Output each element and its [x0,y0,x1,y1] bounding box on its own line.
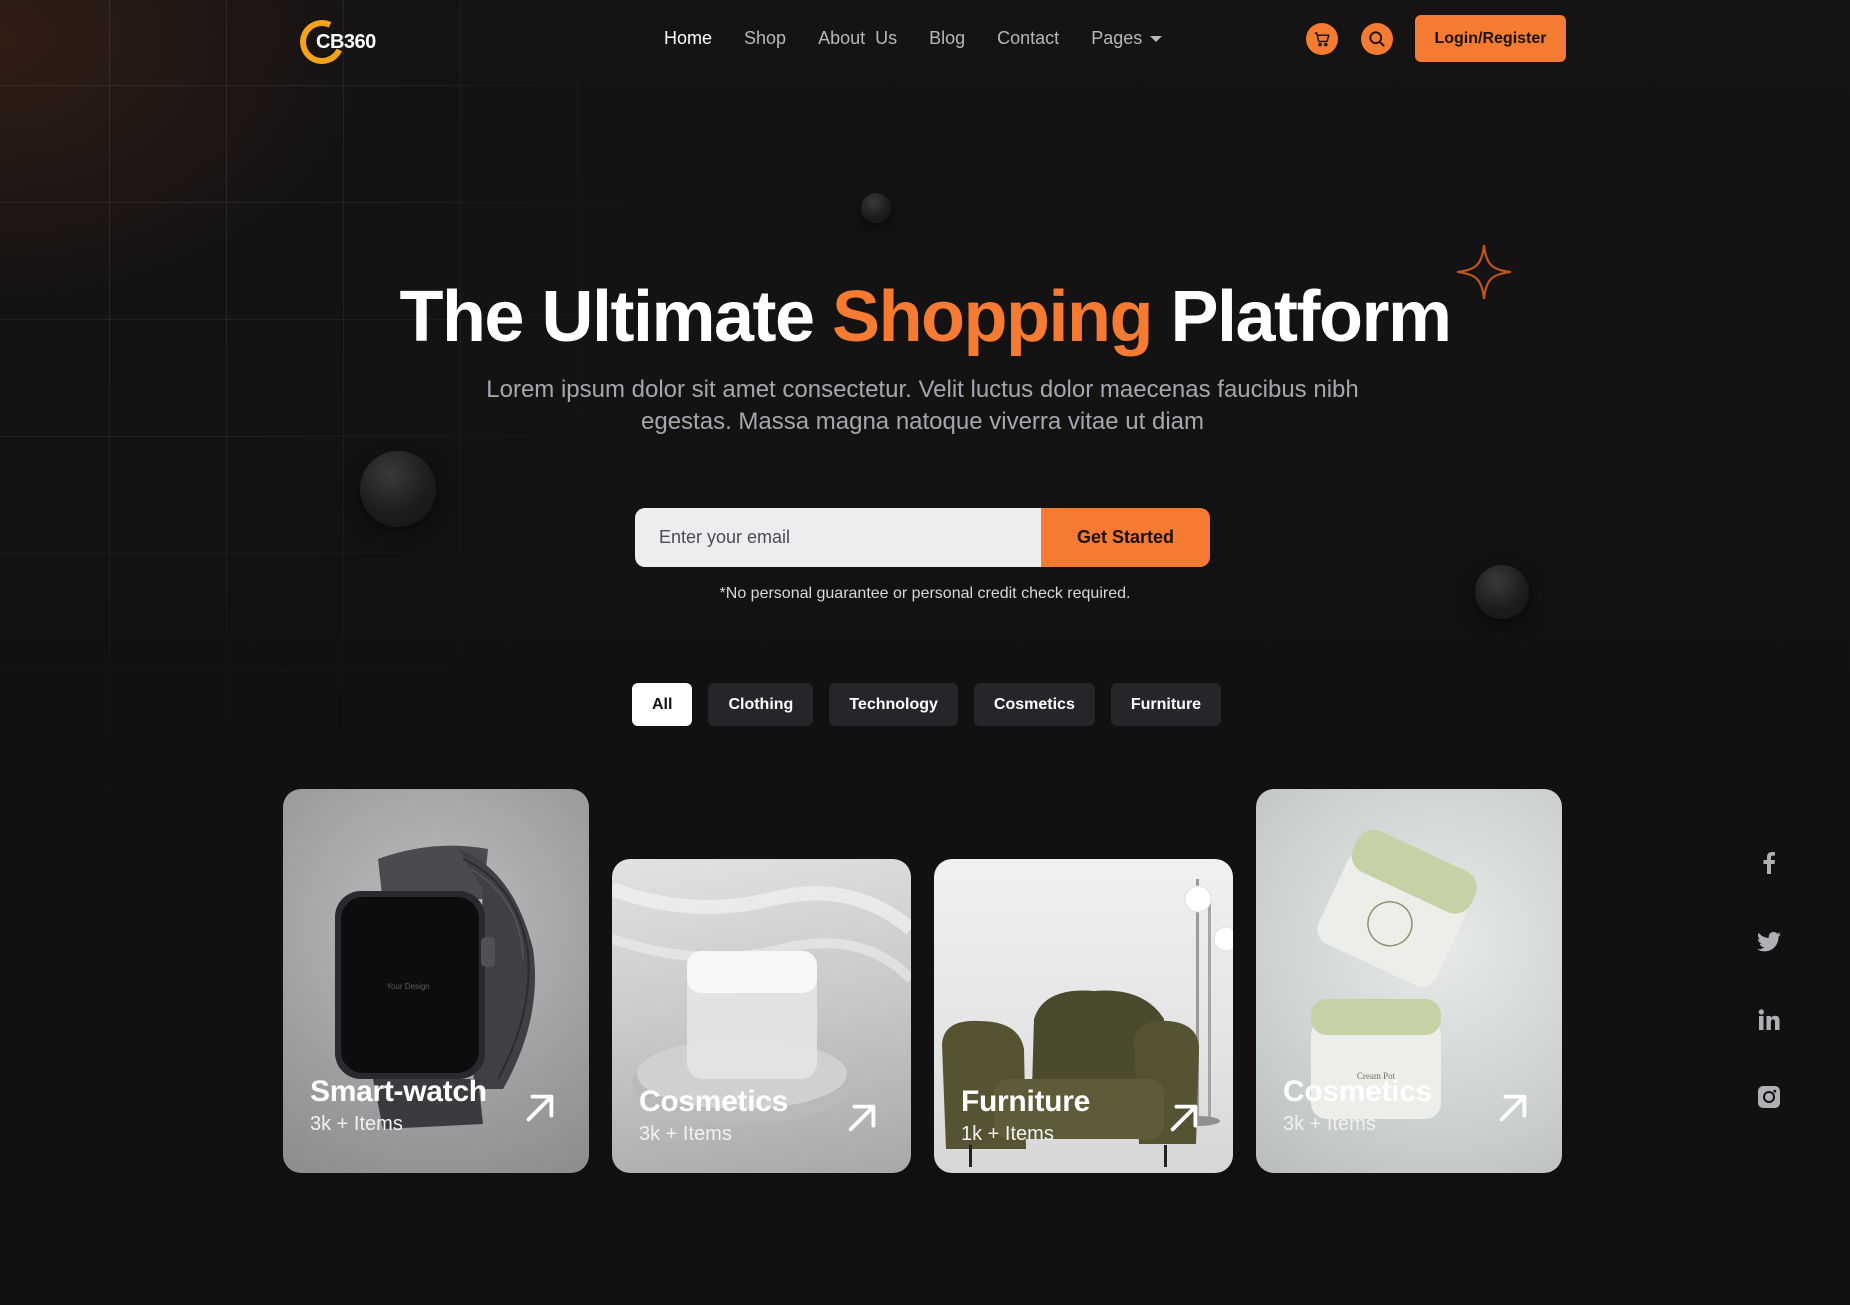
category-filters: All Clothing Technology Cosmetics Furnit… [632,683,1222,726]
linkedin-icon [1758,1009,1780,1030]
nav-home[interactable]: Home [664,28,712,49]
facebook-icon [1763,852,1775,874]
sparkle-icon [1456,244,1512,300]
disclaimer-text: *No personal guarantee or personal credi… [719,585,1131,602]
search-button[interactable] [1361,23,1393,55]
get-started-button[interactable]: Get Started [1041,508,1210,567]
card-count: 1k + Items [961,1123,1054,1145]
search-icon [1369,31,1385,47]
arrow-up-right-icon [1170,1104,1198,1132]
chevron-down-icon [1150,36,1163,43]
email-input[interactable] [635,508,1041,567]
arrow-up-right-icon [526,1094,554,1122]
nav-blog[interactable]: Blog [929,28,965,49]
filter-technology[interactable]: Technology [829,683,958,726]
nav-pages-label: Pages [1091,28,1143,48]
category-card-cosmetics-2[interactable]: Cream Pot Cosmetics 3k + Items [1256,789,1562,1173]
logo-text: CB360 [316,31,376,53]
facebook-link[interactable] [1755,849,1783,877]
filter-furniture[interactable]: Furniture [1110,683,1222,726]
category-card-smartwatch[interactable]: Your Design Smart-watch 3k + Items [283,789,589,1173]
card-title: Cosmetics [639,1085,789,1118]
card-count: 3k + Items [639,1123,732,1145]
card-title: Furniture [961,1085,1090,1118]
filter-clothing[interactable]: Clothing [708,683,814,726]
hero-title-start: The Ultimate [399,277,833,357]
background-grid [0,0,700,910]
card-title: Cosmetics [1283,1075,1433,1108]
hero-title-accent: Shopping [832,277,1153,357]
card-count: 3k + Items [1283,1113,1376,1135]
instagram-link[interactable] [1755,1083,1783,1111]
login-register-button[interactable]: Login/Register [1415,15,1566,62]
hero-title-end: Platform [1151,277,1452,357]
decor-orb [360,451,436,527]
instagram-icon [1758,1086,1780,1108]
logo[interactable]: CB360 [293,13,380,71]
twitter-icon [1757,932,1781,952]
linkedin-link[interactable] [1755,1006,1783,1034]
decor-orb [861,193,891,223]
nav-contact[interactable]: Contact [997,28,1059,49]
nav-pages-dropdown[interactable]: Pages [1091,28,1163,49]
cart-button[interactable] [1306,23,1338,55]
arrow-up-right-icon [1499,1094,1527,1122]
category-card-furniture[interactable]: Furniture 1k + Items [934,859,1233,1173]
cart-icon [1314,32,1330,47]
card-count: 3k + Items [310,1113,403,1135]
email-signup-form: Get Started [635,508,1210,567]
card-title: Smart-watch [310,1075,487,1108]
hero-title: The Ultimate Shopping Platform [0,272,1850,362]
watch-screen-text: Your Design [386,982,429,991]
category-card-cosmetics[interactable]: Cosmetics 3k + Items [612,859,911,1173]
filter-all[interactable]: All [632,683,693,726]
nav-about-us[interactable]: About Us [818,28,897,49]
filter-cosmetics[interactable]: Cosmetics [973,683,1095,726]
arrow-up-right-icon [848,1104,876,1132]
hero-subtitle: Lorem ipsum dolor sit amet consectetur. … [486,376,1359,435]
main-nav: Home Shop About Us Blog Contact Pages [664,28,1163,49]
twitter-link[interactable] [1755,928,1783,956]
nav-shop[interactable]: Shop [744,28,786,49]
